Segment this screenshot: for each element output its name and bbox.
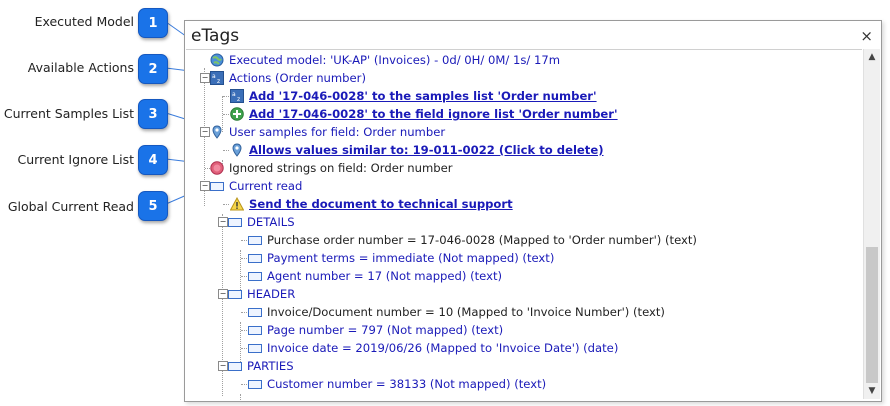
node-rect-icon — [248, 233, 262, 247]
sample-value-item[interactable]: Allows values similar to: 19-011-0022 (C… — [230, 141, 604, 159]
callout-label-current-samples-list: Current Samples List — [3, 106, 134, 121]
add-to-ignore-link[interactable]: Add '17-046-0028' to the field ignore li… — [249, 105, 618, 123]
current-read-text: Current read — [229, 179, 303, 193]
scroll-thumb[interactable] — [866, 247, 878, 383]
map-pin-icon — [210, 125, 224, 139]
tree-item-purchase-order[interactable]: Purchase order number = 17-046-0028 (Map… — [248, 231, 697, 249]
collapse-toggle-details[interactable]: − — [218, 217, 228, 227]
action-add-to-ignore-list[interactable]: Add '17-046-0028' to the field ignore li… — [230, 105, 618, 123]
node-rect-icon — [228, 287, 242, 301]
tree-item-executed-model[interactable]: Executed model: 'UK-AP' (Invoices) - 0d/… — [210, 51, 560, 69]
tree-item-header[interactable]: HEADER — [228, 285, 295, 303]
send-to-support-link[interactable]: Send the document to technical support — [249, 195, 513, 213]
callout-badge-1: 1 — [138, 8, 168, 38]
tree-item-agent-number[interactable]: Agent number = 17 (Not mapped) (text) — [248, 267, 502, 285]
callout-badge-3: 3 — [138, 99, 168, 129]
tree-guide-line — [240, 394, 241, 400]
stop-circle-icon — [210, 161, 224, 175]
scroll-down-arrow-icon[interactable]: ▼ — [864, 383, 880, 399]
purchase-order-text: Purchase order number = 17-046-0028 (Map… — [267, 233, 697, 247]
tree-guide-line — [223, 96, 229, 97]
svg-text:z: z — [237, 96, 240, 103]
vertical-scrollbar[interactable]: ▲ ▼ — [863, 49, 880, 399]
tree-guide-line — [241, 276, 247, 277]
actions-text: Actions (Order number) — [229, 71, 366, 85]
details-text: DETAILS — [247, 215, 295, 229]
collapse-toggle-current-read[interactable]: − — [200, 181, 210, 191]
node-rect-icon — [248, 251, 262, 265]
parties-text: PARTIES — [247, 359, 294, 373]
svg-text:z: z — [217, 78, 220, 85]
add-to-samples-link[interactable]: Add '17-046-0028' to the samples list 'O… — [249, 87, 597, 105]
tree-guide-line — [241, 384, 247, 385]
ignored-strings-text: Ignored strings on field: Order number — [229, 161, 453, 175]
az-sort-icon: az — [230, 89, 244, 103]
callout-label-available-actions: Available Actions — [27, 60, 134, 75]
agent-number-text: Agent number = 17 (Not mapped) (text) — [267, 269, 503, 283]
tree-guide-line — [241, 312, 247, 313]
etags-tree: Executed model: 'UK-AP' (Invoices) - 0d/… — [186, 49, 862, 400]
callout-badge-5: 5 — [138, 191, 168, 221]
callout-label-current-ignore-list: Current Ignore List — [17, 152, 135, 167]
panel-title: eTags — [191, 26, 240, 46]
node-rect-icon — [228, 215, 242, 229]
svg-text:a: a — [232, 91, 236, 98]
tree-guide-line — [241, 258, 247, 259]
etags-panel: eTags × Executed model: 'UK-AP' (Invoice… — [184, 20, 882, 402]
collapse-toggle-actions[interactable]: − — [200, 73, 210, 83]
invoice-document-text: Invoice/Document number = 10 (Mapped to … — [267, 305, 665, 319]
tree-guide-line — [241, 240, 247, 241]
node-rect-icon — [248, 377, 262, 391]
callout-label-global-current-read: Global Current Read — [7, 199, 134, 214]
send-to-support-item[interactable]: Send the document to technical support — [230, 195, 513, 213]
header-text: HEADER — [247, 287, 296, 301]
collapse-toggle-parties[interactable]: − — [218, 361, 228, 371]
tree-item-details[interactable]: DETAILS — [228, 213, 295, 231]
map-pin-icon — [230, 143, 244, 157]
action-add-to-samples-list[interactable]: az Add '17-046-0028' to the samples list… — [230, 87, 597, 105]
node-rect-icon — [210, 179, 224, 193]
tree-item-current-read[interactable]: Current read — [210, 177, 302, 195]
tree-item-page-number[interactable]: Page number = 797 (Not mapped) (text) — [248, 321, 503, 339]
tree-guide-line — [241, 330, 247, 331]
tree-item-invoice-date[interactable]: Invoice date = 2019/06/26 (Mapped to 'In… — [248, 339, 618, 357]
node-rect-icon — [248, 305, 262, 319]
tree-item-parties[interactable]: PARTIES — [228, 357, 294, 375]
tree-item-customer-number[interactable]: Customer number = 38133 (Not mapped) (te… — [248, 375, 546, 393]
executed-model-text: Executed model: 'UK-AP' (Invoices) - 0d/… — [229, 53, 561, 67]
tree-guide-line — [223, 150, 229, 151]
page-number-text: Page number = 797 (Not mapped) (text) — [267, 323, 504, 337]
tree-item-user-samples[interactable]: User samples for field: Order number — [210, 123, 445, 141]
scroll-up-arrow-icon[interactable]: ▲ — [864, 49, 880, 65]
user-samples-text: User samples for field: Order number — [229, 125, 446, 139]
globe-icon — [210, 53, 224, 67]
payment-terms-text: Payment terms = immediate (Not mapped) (… — [267, 251, 555, 265]
svg-text:a: a — [212, 73, 216, 80]
tree-item-payment-terms[interactable]: Payment terms = immediate (Not mapped) (… — [248, 249, 554, 267]
node-rect-icon — [248, 323, 262, 337]
callout-badge-2: 2 — [138, 54, 168, 84]
node-rect-icon — [248, 341, 262, 355]
allows-values-link[interactable]: Allows values similar to: 19-011-0022 (C… — [249, 141, 604, 159]
tree-item-invoice-document-number[interactable]: Invoice/Document number = 10 (Mapped to … — [248, 303, 665, 321]
close-icon[interactable]: × — [860, 27, 873, 45]
collapse-toggle-header[interactable]: − — [218, 289, 228, 299]
tree-item-ignored-strings[interactable]: Ignored strings on field: Order number — [210, 159, 453, 177]
plus-circle-icon — [230, 107, 244, 121]
callout-badge-4: 4 — [138, 145, 168, 175]
tree-guide-line — [241, 348, 247, 349]
collapse-toggle-user-samples[interactable]: − — [200, 127, 210, 137]
node-rect-icon — [248, 269, 262, 283]
callout-label-executed-model: Executed Model — [34, 14, 134, 29]
invoice-date-text: Invoice date = 2019/06/26 (Mapped to 'In… — [267, 341, 619, 355]
customer-number-text: Customer number = 38133 (Not mapped) (te… — [267, 377, 547, 391]
warning-icon — [230, 197, 244, 211]
tree-item-actions[interactable]: az Actions (Order number) — [210, 69, 366, 87]
tree-guide-line — [223, 204, 229, 205]
tree-guide-line — [223, 114, 229, 115]
az-sort-icon: az — [210, 71, 224, 85]
node-rect-icon — [228, 359, 242, 373]
